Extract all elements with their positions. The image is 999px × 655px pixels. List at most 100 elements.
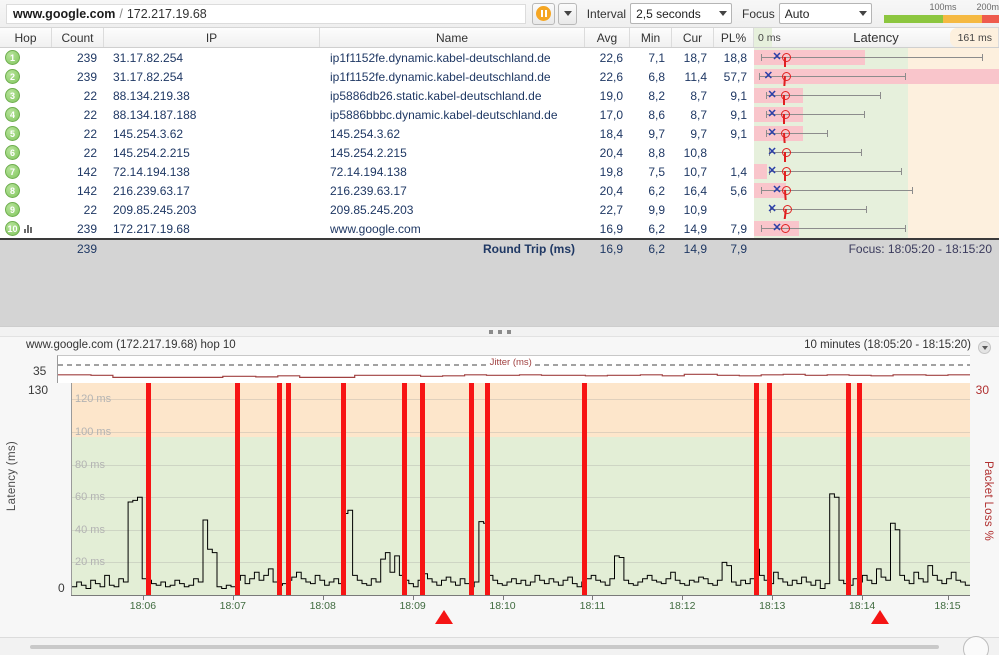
cur-cell: 14,9 [683,221,707,236]
jitter-plot-area[interactable]: Jitter (ms) [57,355,970,383]
latency-bar-cell: ✕ [754,219,999,238]
scrollbar-knob[interactable] [963,636,989,655]
table-row[interactable]: 8 142 216.239.63.17 216.239.63.17 20,4 6,2 16,… [0,181,999,200]
latency-scale-max: 161 ms [957,31,992,44]
ip-cell: 31.17.82.254 [113,69,184,84]
column-header-name[interactable]: Name [320,28,585,47]
hop-cell: 9 [0,200,52,219]
x-axis-ticks: 18:06 18:07 18:08 18:09 18:10 18:11 18:12 18:13… [71,596,970,624]
legend-red-segment [981,14,999,23]
packet-loss-bar [485,383,491,595]
column-header-avg[interactable]: Avg [585,28,630,47]
timeline-marker-icon[interactable] [871,610,890,624]
hop-number-badge: 3 [5,88,20,103]
hop-cell: 8 [0,181,52,200]
name-cell: 72.14.194.138 [330,164,407,179]
panel-splitter[interactable] [0,326,999,337]
interval-value: 2,5 seconds [636,6,701,21]
packet-loss-band [754,164,768,179]
splitter-grip-dot [497,329,502,334]
interval-label: Interval [586,6,627,21]
splitter-grip-dot [506,329,511,334]
bar-chart-icon[interactable] [24,224,32,233]
packet-loss-bar [402,383,408,595]
summary-row: 239 Round Trip (ms) 16,9 6,2 14,9 7,9 Fo… [0,238,999,257]
name-cell: ip1f1152fe.dynamic.kabel-deutschland.de [330,69,551,84]
packet-loss-cell [714,143,754,162]
table-row[interactable]: 10 239 172.217.19.68 www.google.com 16,9 6,2 1… [0,219,999,238]
table-row[interactable]: 5 22 145.254.3.62 145.254.3.62 18,4 9,7 9,7 9,1… [0,124,999,143]
average-latency-marker-icon [780,224,790,233]
hop-cell: 4 [0,105,52,124]
latency-warn-zone [908,86,999,105]
packet-loss-bar [145,383,151,595]
hop-cell: 2 [0,67,52,86]
focus-select[interactable]: Auto [778,3,873,24]
y-axis-title: Latency (ms) [6,441,18,512]
table-row[interactable]: 7 142 72.14.194.138 72.14.194.138 19,8 7,5 10,… [0,162,999,181]
interval-select[interactable]: 2,5 seconds [630,3,733,24]
table-row[interactable]: 6 22 145.254.2.215 145.254.2.215 20,4 8,8 10,8… [0,143,999,162]
pause-button[interactable] [532,2,556,25]
column-header-latency[interactable]: 0 ms Latency 161 ms [754,28,999,47]
latency-bar-cell: ✕ [754,48,999,67]
latency-warn-zone [908,219,999,238]
column-header-ip[interactable]: IP [104,28,320,47]
y-axis-max-label: 130 [28,383,49,397]
count-cell: 142 [76,183,97,198]
min-cell: 6,2 [648,183,665,198]
column-header-cur[interactable]: Cur [672,28,714,47]
cur-cell: 10,9 [683,202,707,217]
hop-number-badge: 8 [5,183,20,198]
count-cell: 22 [83,126,97,141]
pause-icon [536,6,552,21]
hop-cell: 6 [0,143,52,162]
latency-scale-min: 0 ms [758,31,781,44]
cur-cell: 16,4 [683,183,707,198]
packet-loss-cell: 9,1 [730,107,747,122]
focus-value: Auto [784,6,810,21]
cur-cell: 11,4 [684,69,707,84]
ip-cell: 216.239.63.17 [113,183,190,198]
timeline-marker-icon[interactable] [435,610,454,624]
tick-label: 18:08 [309,600,336,612]
latency-bar-cell: ✕ [754,200,999,219]
hop-number-badge: 6 [5,145,20,160]
column-header-hop[interactable]: Hop [0,28,52,47]
table-row[interactable]: 9 22 209.85.245.203 209.85.245.203 22,7 9,9 10… [0,200,999,219]
minimum-latency-marker-icon: ✕ [767,108,777,120]
name-cell: www.google.com [330,221,421,236]
name-cell: 145.254.3.62 [330,126,401,141]
table-row[interactable]: 2 239 31.17.82.254 ip1f1152fe.dynamic.kabel… [0,67,999,86]
tick-label: 18:15 [934,600,961,612]
scrollbar-track[interactable] [30,645,939,649]
avg-cell: 22,6 [599,69,623,84]
latency-trend-connector [784,171,786,181]
horizontal-scrollbar[interactable] [0,636,999,655]
table-row[interactable]: 4 22 88.134.187.188 ip5886bbbc.dynamic.kabe… [0,105,999,124]
target-address-field[interactable]: www.google.com / 172.217.19.68 [6,3,526,24]
count-cell: 22 [83,145,97,160]
table-row[interactable]: 3 22 88.134.219.38 ip5886db26.static.kabel-… [0,86,999,105]
table-body: 1 239 31.17.82.254 ip1f1152fe.dynamic.kabel… [0,48,999,238]
packet-loss-bar [767,383,773,595]
ip-cell: 209.85.245.203 [113,202,197,217]
tick-label: 18:06 [129,600,157,612]
latency-plot-area[interactable]: 20 ms 40 ms 60 ms 80 ms 100 ms 120 ms [71,383,970,595]
count-cell: 22 [83,88,97,103]
pause-dropdown-button[interactable] [558,2,577,25]
time-range-dropdown-button[interactable] [978,341,991,354]
tick-label: 18:12 [669,600,696,612]
minimum-latency-marker-icon: ✕ [767,146,777,158]
summary-min: 6,2 [648,241,665,256]
ip-cell: 145.254.2.215 [113,145,190,160]
hop-number-badge: 9 [5,202,20,217]
column-header-min[interactable]: Min [630,28,672,47]
column-header-pl[interactable]: PL% [714,28,754,47]
name-cell: ip5886bbbc.dynamic.kabel-deutschland.de [330,107,558,122]
ip-cell: 88.134.219.38 [113,88,190,103]
column-header-count[interactable]: Count [52,28,104,47]
hop-number-badge: 2 [5,69,20,84]
right-axis-title: Packet Loss % [982,461,994,541]
table-row[interactable]: 1 239 31.17.82.254 ip1f1152fe.dynamic.kabel… [0,48,999,67]
